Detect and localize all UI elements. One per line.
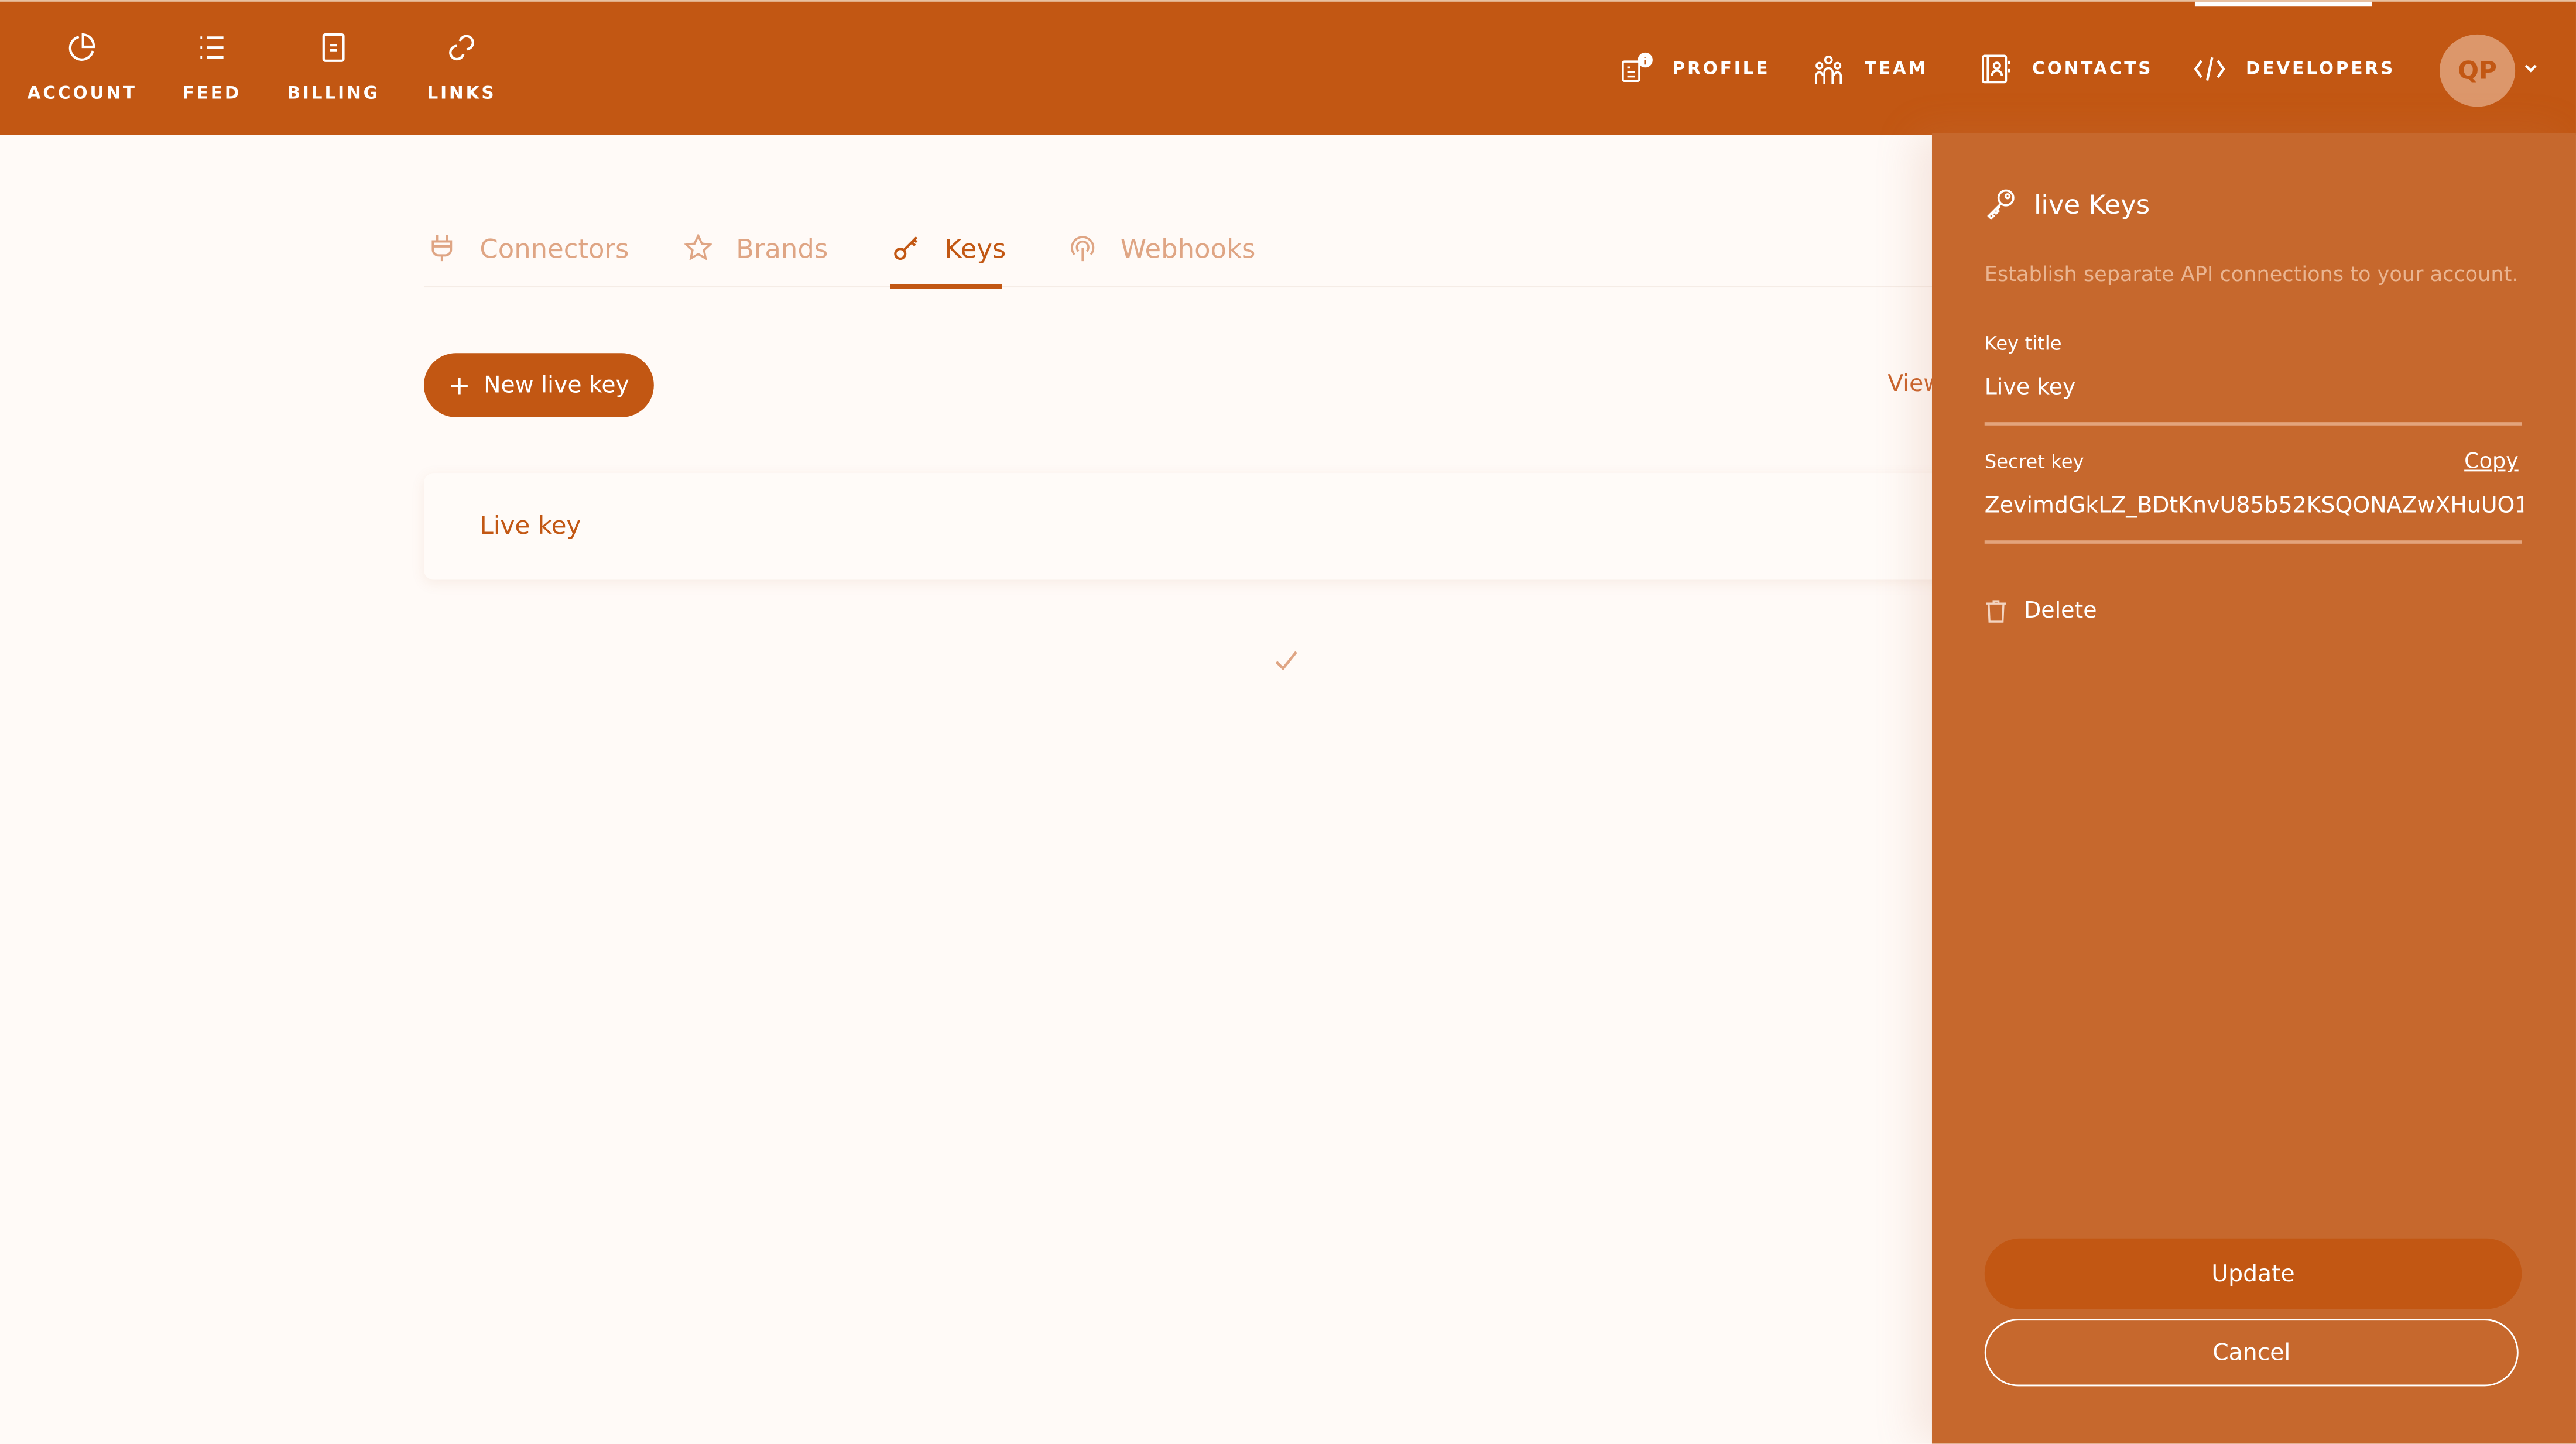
- checkmark-icon: [1275, 651, 1297, 671]
- active-tab-underline: [890, 284, 1002, 289]
- avatar-initials: QP: [2458, 56, 2497, 85]
- tab-webhooks-label: Webhooks: [1120, 232, 1256, 264]
- secret-key-label: Secret key: [1984, 450, 2084, 474]
- cancel-button[interactable]: Cancel: [1984, 1319, 2519, 1387]
- key-list-item[interactable]: Live key: [423, 473, 2067, 580]
- tab-keys[interactable]: Keys: [892, 224, 1006, 273]
- panel-title-text: live Keys: [2033, 188, 2150, 219]
- nav-account-label: ACCOUNT: [27, 84, 137, 104]
- nav-links[interactable]: LINKS: [396, 31, 527, 104]
- secret-key-underline: [1984, 540, 2522, 543]
- new-live-key-button[interactable]: + New live key: [423, 353, 654, 417]
- broadcast-icon: [1071, 236, 1095, 262]
- key-icon: [894, 236, 918, 260]
- nav-feed-label: FEED: [182, 84, 242, 104]
- plug-icon: [431, 235, 453, 262]
- tab-connectors-label: Connectors: [479, 232, 629, 264]
- contacts-book-icon: [1981, 54, 2010, 84]
- user-avatar[interactable]: QP: [2440, 34, 2516, 107]
- tab-keys-label: Keys: [944, 232, 1006, 264]
- nav-feed[interactable]: FEED: [146, 31, 278, 104]
- tab-brands-label: Brands: [736, 232, 828, 264]
- nav-billing[interactable]: BILLING: [268, 31, 399, 104]
- nav-account[interactable]: ACCOUNT: [16, 31, 148, 104]
- tab-webhooks[interactable]: Webhooks: [1068, 224, 1255, 273]
- link-icon: [449, 35, 474, 61]
- nav-team[interactable]: TEAM: [1812, 51, 1928, 87]
- new-live-key-label: New live key: [484, 372, 629, 399]
- nav-billing-label: BILLING: [287, 84, 380, 104]
- developer-tabs: Connectors Brands Keys Webhooks: [423, 214, 2067, 289]
- panel-title: live Keys: [1985, 187, 2150, 220]
- document-icon: [322, 33, 345, 62]
- team-icon: [1815, 55, 1842, 84]
- nav-developers-label: DEVELOPERS: [2245, 59, 2396, 79]
- nav-profile[interactable]: PROFILE: [1620, 51, 1770, 87]
- code-icon: [2194, 57, 2225, 81]
- profile-card-icon: [1622, 52, 1653, 83]
- copy-button[interactable]: Copy: [2464, 450, 2519, 475]
- chevron-down-icon[interactable]: [2523, 63, 2538, 74]
- app-window: ACCOUNT FEED BILLING LINKS PROFILE TEAM …: [0, 0, 2576, 1444]
- tab-connectors[interactable]: Connectors: [427, 224, 629, 273]
- star-icon: [684, 233, 712, 260]
- key-title-underline: [1984, 422, 2522, 425]
- nav-team-label: TEAM: [1864, 59, 1928, 79]
- tab-brands[interactable]: Brands: [683, 224, 828, 273]
- top-nav: ACCOUNT FEED BILLING LINKS PROFILE TEAM …: [0, 0, 2576, 135]
- nav-links-label: LINKS: [427, 84, 496, 104]
- delete-button[interactable]: Delete: [1985, 598, 2097, 624]
- delete-label: Delete: [2024, 598, 2097, 625]
- active-nav-indicator: [2194, 1, 2373, 7]
- nav-contacts-label: CONTACTS: [2032, 59, 2153, 79]
- plus-icon: +: [448, 368, 471, 400]
- key-name: Live key: [479, 510, 581, 541]
- key-title-label: Key title: [1984, 331, 2062, 355]
- key-detail-panel: live Keys Establish separate API connect…: [1931, 133, 2576, 1444]
- key-title-input[interactable]: Live key: [1985, 375, 2522, 401]
- secret-key-value: ZevimdGkLZ_BDtKnvU85b52KSQONAZwXHuUO1oal: [1984, 492, 2524, 519]
- trash-icon: [1986, 600, 2006, 623]
- nav-profile-label: PROFILE: [1672, 59, 1770, 79]
- nav-contacts[interactable]: CONTACTS: [1979, 51, 2153, 87]
- pie-chart-icon: [68, 33, 95, 61]
- nav-developers[interactable]: DEVELOPERS: [2193, 51, 2395, 87]
- key-icon: [1987, 189, 2015, 220]
- list-icon: [200, 36, 224, 59]
- panel-description: Establish separate API connections to yo…: [1984, 261, 2519, 286]
- update-button[interactable]: Update: [1984, 1238, 2522, 1309]
